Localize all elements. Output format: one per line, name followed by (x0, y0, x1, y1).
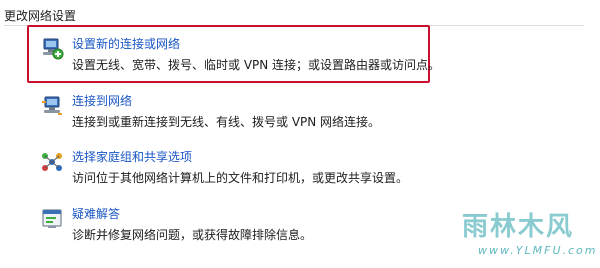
task-connect-network[interactable]: 连接到网络 连接到或重新连接到无线、有线、拨号或 VPN 网络连接。 (40, 92, 580, 138)
desc-connect-network: 连接到或重新连接到无线、有线、拨号或 VPN 网络连接。 (72, 115, 381, 129)
watermark-logo: 雨林木风 (462, 212, 575, 242)
homegroup-icon (40, 150, 64, 174)
connect-network-icon (40, 94, 64, 118)
link-connect-network[interactable]: 连接到网络 (72, 92, 132, 109)
link-new-connection[interactable]: 设置新的连接或网络 (72, 35, 180, 52)
section-title: 更改网络设置 (4, 9, 77, 23)
desc-troubleshoot: 诊断并修复网络问题，或获得故障排除信息。 (72, 228, 313, 242)
link-homegroup[interactable]: 选择家庭组和共享选项 (72, 148, 192, 165)
new-connection-icon (40, 37, 64, 61)
watermark: 雨林木风 www.YLMFU.com (462, 206, 596, 264)
troubleshoot-icon (40, 207, 64, 231)
desc-homegroup: 访问位于其他网络计算机上的文件和打印机，或更改共享设置。 (72, 171, 409, 185)
task-homegroup[interactable]: 选择家庭组和共享选项 访问位于其他网络计算机上的文件和打印机，或更改共享设置。 (40, 148, 580, 194)
desc-new-connection: 设置无线、宽带、拨号、临时或 VPN 连接；或设置路由器或访问点。 (72, 58, 441, 72)
link-troubleshoot[interactable]: 疑难解答 (72, 205, 120, 222)
section-header: 更改网络设置 (0, 7, 600, 27)
watermark-url: www.YLMFU.com (478, 244, 598, 257)
task-new-connection[interactable]: 设置新的连接或网络 设置无线、宽带、拨号、临时或 VPN 连接；或设置路由器或访… (40, 35, 580, 81)
